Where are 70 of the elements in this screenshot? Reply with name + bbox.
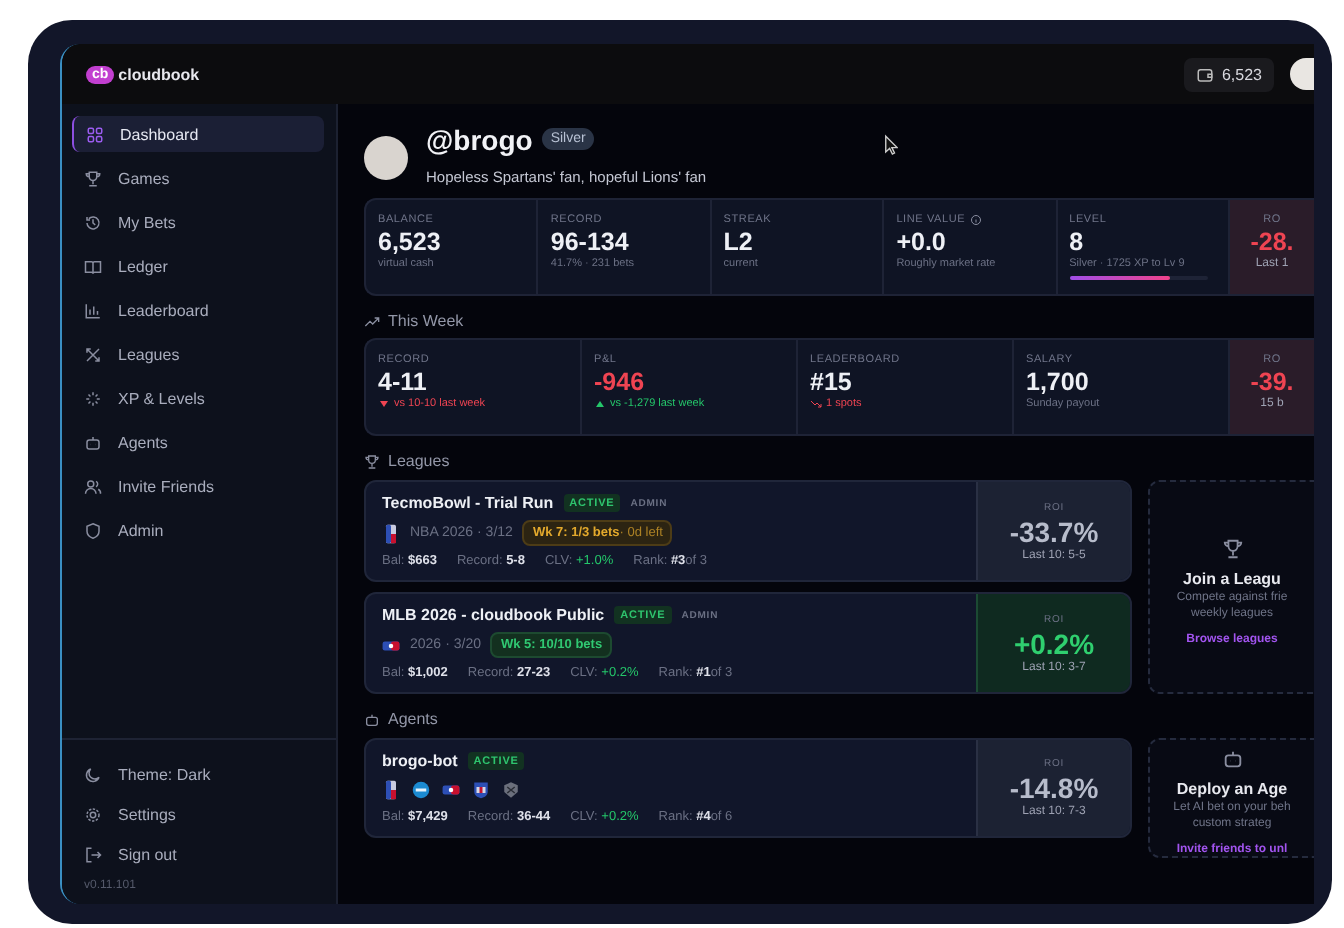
roi-value: -14.8%	[1009, 772, 1099, 804]
promo-title: Deploy an Age	[1176, 780, 1288, 798]
league-logo-icon	[502, 780, 520, 800]
shield-icon	[84, 521, 102, 539]
up-icon	[594, 398, 606, 410]
book-icon	[84, 257, 102, 275]
sidebar-item[interactable]: Theme: Dark	[72, 756, 326, 792]
sidebar-item[interactable]: Agents	[72, 424, 324, 460]
section-title: Agents	[388, 710, 438, 728]
trophy-icon	[84, 169, 102, 187]
section-title: Leagues	[388, 452, 450, 470]
grid-icon	[86, 125, 104, 143]
cross-icon	[84, 345, 102, 363]
sidebar-item[interactable]: Admin	[72, 512, 324, 548]
league-name: TecmoBowl - Trial Run	[382, 494, 554, 512]
robot-icon	[84, 433, 102, 451]
sidebar-item[interactable]: Ledger	[72, 248, 324, 284]
avatar	[364, 135, 408, 179]
moon-icon	[84, 765, 102, 783]
stat-value: L2	[723, 228, 755, 256]
stat-value: 6,523	[378, 228, 443, 256]
league-logo-icon	[472, 780, 490, 800]
stat-value: 8	[1069, 228, 1086, 256]
sidebar-item[interactable]: Leaderboard	[72, 292, 324, 328]
section-title: This Week	[388, 312, 464, 330]
roi-value: -33.7%	[1009, 515, 1099, 547]
trophy-icon	[1221, 537, 1243, 559]
sidebar-item[interactable]: Sign out	[72, 836, 326, 872]
sidebar-item[interactable]: XP & Levels	[72, 380, 324, 416]
sidebar-item[interactable]: Settings	[72, 796, 326, 832]
stat-value: #15	[810, 368, 854, 396]
robot-icon	[364, 711, 380, 727]
agent-name: brogo-bot	[382, 752, 458, 770]
falling-icon	[810, 398, 822, 410]
stat-value: 96-134	[550, 228, 631, 256]
gear-icon	[84, 805, 102, 823]
trend-icon	[364, 313, 380, 329]
stat-value: 4-11	[378, 368, 429, 396]
avatar[interactable]	[1290, 58, 1314, 90]
wallet-icon	[1195, 65, 1214, 83]
stat-value: +0.0	[896, 228, 948, 256]
exit-icon	[84, 845, 102, 863]
stat-value: -39.	[1250, 368, 1294, 396]
stat-value: 1,700	[1026, 368, 1091, 396]
sidebar-item[interactable]: Leagues	[72, 336, 324, 372]
promo-title: Join a Leagu	[1183, 569, 1281, 587]
stat-value: -28.	[1250, 228, 1294, 256]
trophy-icon	[364, 453, 380, 469]
logo-text: cloudbook	[118, 65, 200, 83]
league-logo-icon	[442, 780, 460, 800]
robot-icon	[1221, 748, 1243, 770]
league-logo-icon	[412, 780, 430, 800]
stat-value: -946	[594, 368, 647, 396]
users-icon	[84, 477, 102, 495]
league-name: MLB 2026 - cloudbook Public	[382, 606, 605, 624]
balance-button[interactable]: 6,523	[1183, 57, 1274, 91]
mouse-cursor-icon	[884, 134, 898, 156]
sidebar-item[interactable]: Dashboard	[72, 116, 324, 152]
username: @brogo	[426, 123, 533, 155]
info-icon[interactable]	[969, 214, 982, 226]
spark-icon	[84, 389, 102, 407]
roi-value: +0.2%	[1013, 627, 1095, 659]
clock-icon	[84, 213, 102, 231]
sidebar-item[interactable]: My Bets	[72, 204, 324, 240]
down-icon	[378, 398, 390, 410]
bars-icon	[84, 301, 102, 319]
league-logo-icon	[382, 780, 400, 800]
sidebar-item[interactable]: Games	[72, 160, 324, 196]
league-logo-icon	[382, 523, 400, 543]
sidebar-item[interactable]: Invite Friends	[72, 468, 324, 504]
